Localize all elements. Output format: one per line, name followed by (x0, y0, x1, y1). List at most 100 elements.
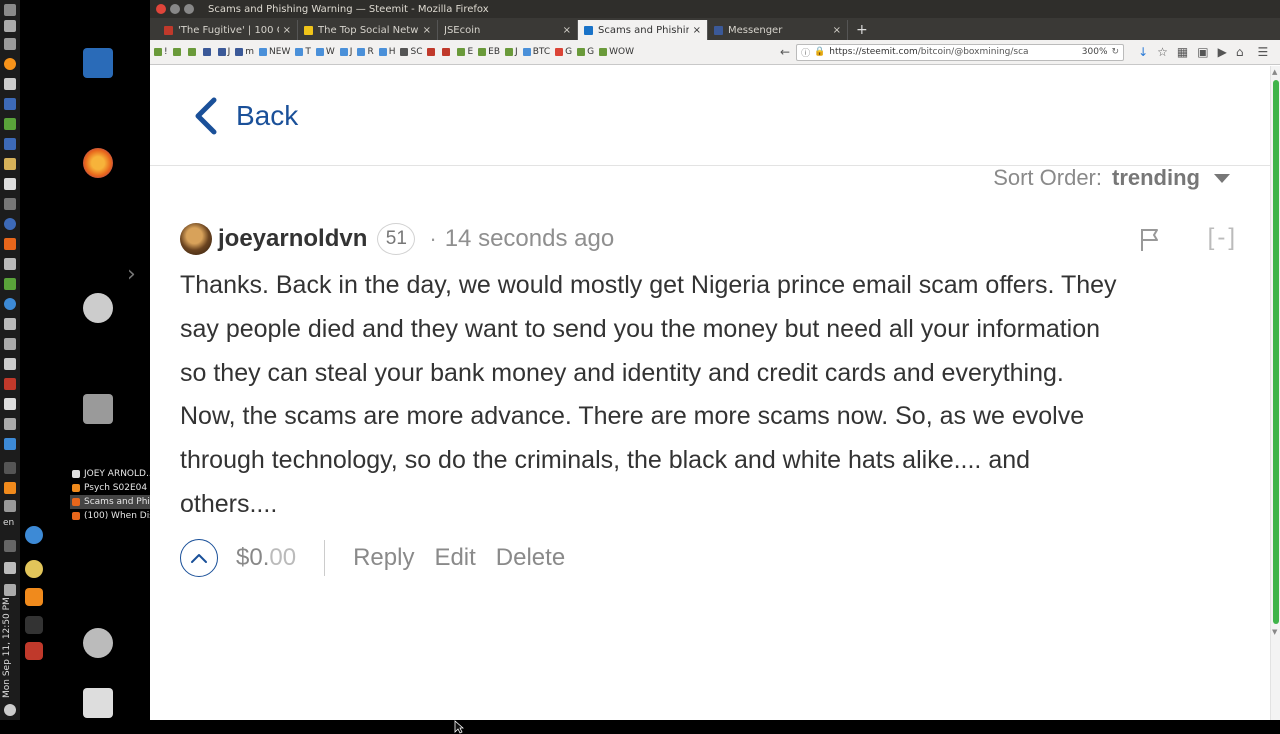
upvote-button[interactable] (180, 539, 218, 577)
tab[interactable]: Messenger × (708, 20, 848, 40)
launcher-icon[interactable] (4, 158, 16, 170)
launcher-icon[interactable] (4, 178, 16, 190)
user-icon[interactable] (83, 628, 113, 658)
close-tab-icon[interactable]: × (563, 25, 571, 36)
bookmark-item[interactable] (442, 48, 452, 56)
scroll-down-icon[interactable]: ▼ (1272, 628, 1277, 636)
system-settings-icon[interactable] (83, 293, 113, 323)
launcher-icon[interactable] (4, 418, 16, 430)
wifi-icon[interactable] (4, 500, 16, 512)
bookmark-item[interactable]: BTC (522, 47, 550, 57)
dogecoin-icon[interactable] (25, 560, 43, 578)
launcher-icon[interactable] (4, 338, 16, 350)
bitcoin-icon[interactable] (4, 58, 16, 70)
bookmark-item[interactable] (172, 48, 183, 56)
home-icon[interactable]: ⌂ (1236, 45, 1244, 59)
launcher-icon[interactable] (4, 398, 16, 410)
launcher-icon[interactable] (4, 138, 16, 150)
edit-button[interactable]: Edit (434, 544, 475, 572)
bookmark-item[interactable]: SC (400, 47, 422, 57)
collapse-button[interactable]: [-] (1208, 224, 1238, 252)
launcher-icon[interactable] (4, 298, 16, 310)
minimize-window-button[interactable] (170, 4, 180, 14)
launcher-icon[interactable] (4, 438, 16, 450)
filezilla-icon[interactable] (25, 642, 43, 660)
menu-icon[interactable]: ☰ (1257, 45, 1268, 59)
caret-down-icon[interactable] (1214, 173, 1230, 183)
vlc-icon[interactable] (25, 588, 43, 606)
bookmark-item[interactable] (427, 48, 437, 56)
launcher-icon[interactable] (4, 378, 16, 390)
bookmark-item[interactable] (187, 48, 198, 56)
youtube-icon[interactable]: ▶ (1218, 45, 1227, 59)
bookmark-item[interactable]: R (357, 47, 374, 57)
launcher-icon[interactable] (4, 118, 16, 130)
flag-icon[interactable] (1138, 227, 1162, 253)
bookmark-star-icon[interactable]: ☆ (1157, 45, 1168, 59)
new-tab-button[interactable]: + (856, 20, 868, 40)
bookmark-item[interactable]: m (235, 47, 254, 57)
tab[interactable]: The Top Social Netwo × (298, 20, 438, 40)
launcher-icon[interactable] (4, 238, 16, 250)
launcher-icon[interactable] (4, 278, 16, 290)
battery-icon[interactable] (4, 584, 16, 596)
info-icon[interactable]: ⓘ (801, 46, 810, 59)
tab[interactable]: Scams and Phishing W × (578, 20, 708, 40)
vlc-icon[interactable] (4, 482, 16, 494)
tab[interactable]: JSEcoin × (438, 20, 578, 40)
delete-button[interactable]: Delete (496, 544, 565, 572)
launcher-icon[interactable] (4, 318, 16, 330)
zoom-level[interactable]: 300% (1082, 47, 1108, 57)
bookmark-item[interactable]: J (505, 47, 518, 57)
tab[interactable]: 'The Fugitive' | 100 Gre × (158, 20, 298, 40)
bookmark-item[interactable]: T (295, 47, 311, 57)
trash-icon[interactable] (83, 688, 113, 718)
firefox-icon[interactable] (83, 148, 113, 178)
launcher-icon[interactable] (4, 78, 16, 90)
bookmark-item[interactable]: G (577, 47, 594, 57)
scroll-thumb[interactable] (1273, 80, 1279, 624)
writer-document-icon[interactable] (83, 48, 113, 78)
network-icon[interactable] (4, 540, 16, 552)
launcher-icon[interactable] (4, 20, 16, 32)
reload-icon[interactable]: ↻ (1112, 47, 1120, 57)
bookmark-item[interactable]: EB (478, 47, 500, 57)
archive-icon[interactable] (83, 394, 113, 424)
volume-icon[interactable] (4, 562, 16, 574)
launcher-icon[interactable] (4, 218, 16, 230)
close-tab-icon[interactable]: × (693, 25, 701, 36)
sort-dropdown[interactable]: trending (1112, 165, 1200, 191)
system-clock[interactable]: Mon Sep 11, 12:50 PM (2, 597, 18, 698)
bluetooth-icon[interactable] (4, 462, 16, 474)
comment-timestamp[interactable]: 14 seconds ago (445, 225, 614, 253)
bookmark-item[interactable]: J (217, 47, 230, 57)
avatar[interactable] (180, 223, 212, 255)
maximize-window-button[interactable] (184, 4, 194, 14)
back-link[interactable]: Back (190, 96, 298, 136)
launcher-icon[interactable] (4, 98, 16, 110)
bookmark-item[interactable]: E (457, 47, 473, 57)
reply-button[interactable]: Reply (353, 544, 414, 572)
back-arrow-icon[interactable]: ← (780, 45, 790, 59)
bookmark-item[interactable]: J (339, 47, 352, 57)
close-window-button[interactable] (156, 4, 166, 14)
url-bar[interactable]: ⓘ 🔒 https://steemit.com/bitcoin/@boxmini… (796, 43, 1125, 61)
launcher-icon[interactable] (4, 258, 16, 270)
launcher-icon[interactable] (4, 38, 16, 50)
library-icon[interactable]: ▦ (1177, 45, 1188, 59)
window-titlebar[interactable]: Scams and Phishing Warning — Steemit - M… (150, 0, 1280, 18)
close-tab-icon[interactable]: × (833, 25, 841, 36)
page-scrollbar[interactable]: ▲ ▼ (1270, 66, 1280, 720)
bookmark-item[interactable]: W (315, 47, 335, 57)
launcher-icon[interactable] (4, 198, 16, 210)
bookmark-item[interactable]: WOW (599, 47, 634, 57)
bookmark-item[interactable] (202, 48, 213, 56)
close-tab-icon[interactable]: × (283, 25, 291, 36)
launcher-icon[interactable] (4, 4, 16, 16)
keyboard-language[interactable]: en (3, 518, 14, 528)
bookmark-item[interactable]: G (555, 47, 572, 57)
chevron-right-icon[interactable]: › (127, 262, 136, 287)
url-text[interactable]: https://steemit.com/bitcoin/@boxmining/s… (829, 47, 1077, 57)
bookmark-item[interactable]: H (378, 47, 395, 57)
payout-amount[interactable]: $0.00 (236, 544, 296, 572)
